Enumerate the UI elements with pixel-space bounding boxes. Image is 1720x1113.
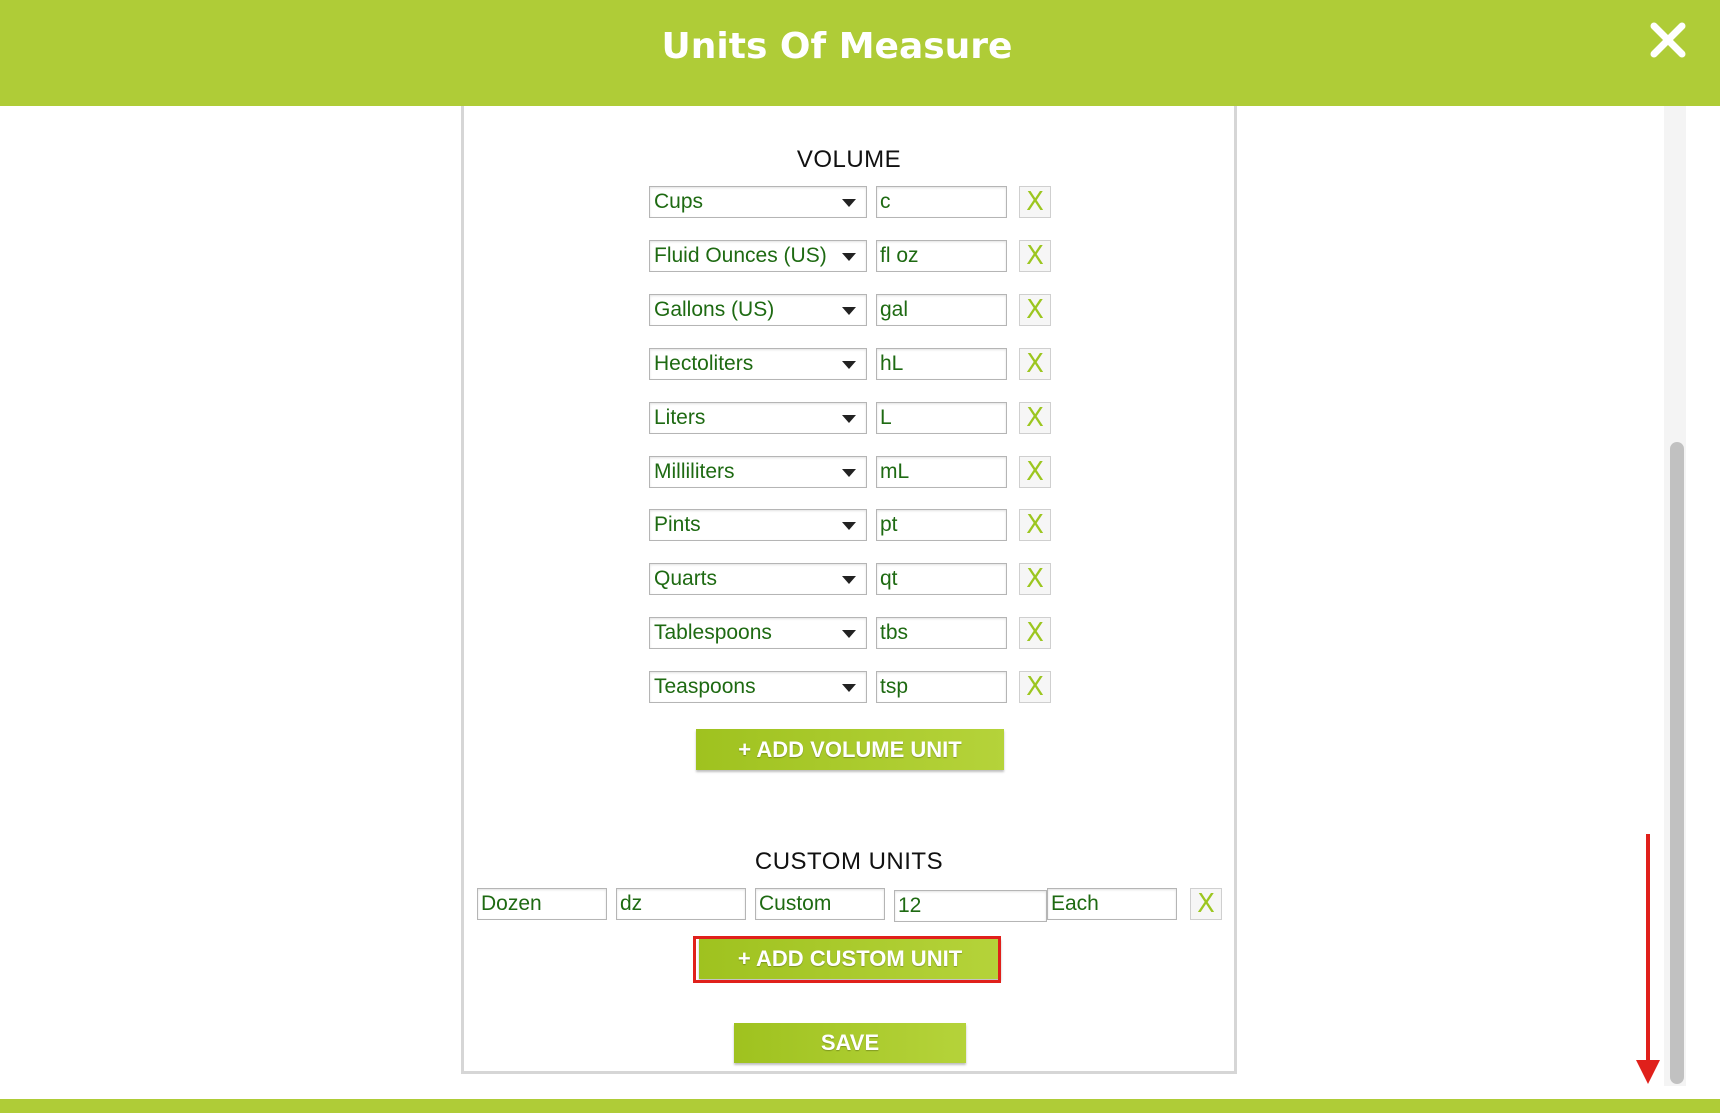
unit-select[interactable]: Teaspoons [649,671,867,704]
remove-unit-button[interactable]: X [1019,455,1051,488]
volume-unit-row: Quarts qt X [464,563,1234,597]
unit-select[interactable]: Cups [649,186,867,218]
unit-select-value: Teaspoons [654,675,756,699]
remove-unit-button[interactable]: X [1019,617,1051,650]
volume-unit-row: Teaspoons tsp X [464,671,1234,705]
unit-select[interactable]: Pints [649,509,867,542]
unit-abbreviation-input[interactable]: qt [876,563,1007,596]
custom-unit-type-input[interactable]: Custom [755,888,885,920]
chevron-down-icon [842,630,856,639]
remove-unit-button[interactable]: X [1019,239,1051,272]
unit-abbreviation-input[interactable]: pt [876,509,1007,542]
unit-abbreviation-input[interactable]: gal [876,293,1007,326]
unit-select-value: Pints [654,513,701,537]
unit-select[interactable]: Fluid Ounces (US) [649,239,867,272]
volume-unit-row: Pints pt X [464,509,1234,543]
unit-select-value: Milliliters [654,459,735,483]
units-panel: VOLUME Cups c X Fluid Ounces (US) fl oz X Gall… [461,106,1237,1074]
chevron-down-icon [842,414,856,423]
remove-unit-button[interactable]: X [1019,509,1051,542]
chevron-down-icon [842,684,856,693]
remove-custom-unit-button[interactable]: X [1190,888,1222,920]
unit-select[interactable]: Tablespoons [649,617,867,650]
chevron-down-icon [842,360,856,369]
close-icon[interactable] [1646,18,1690,62]
volume-unit-row: Tablespoons tbs X [464,617,1234,651]
remove-unit-button[interactable]: X [1019,293,1051,326]
add-custom-unit-button[interactable]: + ADD CUSTOM UNIT [699,938,1001,979]
modal-footer-bar [0,1099,1720,1113]
scrollbar-thumb[interactable] [1670,442,1684,1084]
unit-abbreviation-input[interactable]: tbs [876,617,1007,650]
chevron-down-icon [842,576,856,585]
volume-unit-row: Liters L X [464,401,1234,436]
custom-unit-row: Dozen dz Custom 12 Each X [464,888,1234,922]
unit-select-value: Quarts [654,567,718,591]
chevron-down-icon [842,199,856,207]
unit-abbreviation-input[interactable]: tsp [876,671,1007,704]
chevron-down-icon [842,252,856,261]
unit-abbreviation-input[interactable]: mL [876,455,1007,488]
unit-select-value: Gallons (US) [654,297,775,321]
chevron-down-icon [842,306,856,315]
add-volume-unit-button[interactable]: + ADD VOLUME UNIT [696,729,1004,770]
chevron-down-icon [842,468,856,477]
chevron-down-icon [842,522,856,531]
unit-abbreviation-input[interactable]: c [876,186,1007,218]
volume-unit-row: Hectoliters hL X [464,347,1234,382]
unit-select[interactable]: Gallons (US) [649,293,867,326]
unit-select-value: Liters [654,405,706,429]
unit-select-value: Cups [654,190,704,213]
unit-select[interactable]: Hectoliters [649,347,867,380]
volume-unit-row: Fluid Ounces (US) fl oz X [464,239,1234,274]
remove-unit-button[interactable]: X [1019,186,1051,218]
volume-unit-row: Gallons (US) gal X [464,293,1234,328]
remove-unit-button[interactable]: X [1019,671,1051,704]
unit-abbreviation-input[interactable]: L [876,401,1007,434]
custom-unit-name-input[interactable]: Dozen [477,888,607,920]
volume-unit-row: Cups c X [464,186,1234,220]
unit-select[interactable]: Liters [649,401,867,434]
unit-abbreviation-input[interactable]: hL [876,347,1007,380]
volume-section-title: VOLUME [796,146,902,173]
save-button[interactable]: SAVE [734,1023,966,1063]
arrow-down-icon [1636,1060,1660,1084]
scroll-down-arrow-line [1646,834,1650,1066]
custom-unit-base-input[interactable]: Each [1047,888,1177,920]
remove-unit-button[interactable]: X [1019,401,1051,434]
unit-select-value: Hectoliters [654,351,754,375]
custom-unit-abbr-input[interactable]: dz [616,888,746,920]
unit-select-value: Fluid Ounces (US) [654,243,827,267]
custom-units-section-title: CUSTOM UNITS [754,848,944,875]
unit-select[interactable]: Milliliters [649,455,867,488]
remove-unit-button[interactable]: X [1019,347,1051,380]
unit-abbreviation-input[interactable]: fl oz [876,239,1007,272]
unit-select[interactable]: Quarts [649,563,867,596]
modal-title: Units Of Measure [661,26,1013,67]
custom-unit-quantity-input[interactable]: 12 [894,890,1047,922]
volume-unit-row: Milliliters mL X [464,455,1234,490]
remove-unit-button[interactable]: X [1019,563,1051,596]
modal-header: Units Of Measure [0,0,1720,106]
unit-select-value: Tablespoons [654,621,772,645]
